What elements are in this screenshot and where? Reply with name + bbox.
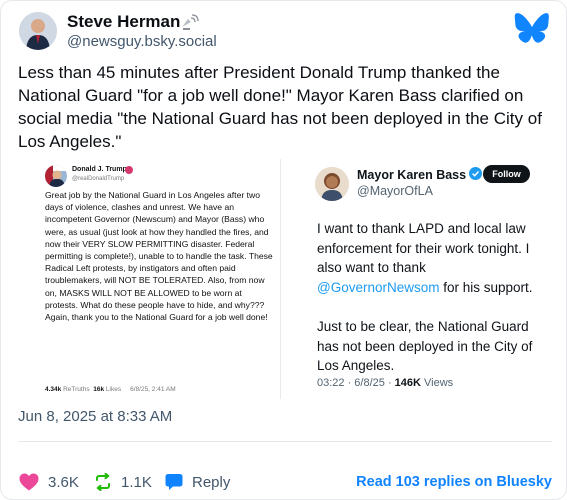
heart-icon: [19, 473, 39, 491]
x-post-screenshot[interactable]: Mayor Karen Bass @MayorOfLA Follow I wan…: [283, 159, 537, 399]
bluesky-post-card: Steve Herman @newsguy.bsky.social Less t…: [0, 0, 567, 500]
bass-post-body: I want to thank LAPD and local law enfor…: [317, 219, 533, 395]
trump-handle: @realDonaldTrump: [72, 176, 125, 182]
likes-label: Likes: [105, 386, 122, 393]
author-display-name[interactable]: Steve Herman: [67, 12, 180, 32]
verified-badge-icon: [125, 166, 133, 174]
reply-button[interactable]: Reply: [165, 473, 230, 491]
trump-avatar: [45, 165, 67, 187]
verified-checkmark-icon: [469, 167, 482, 180]
retruths-label: ReTruths: [63, 386, 90, 393]
reply-label: Reply: [192, 473, 231, 491]
trump-display-name: Donald J. Trump: [72, 166, 127, 173]
bass-paragraph-2: Just to be clear, the National Guard has…: [317, 318, 533, 374]
author-avatar[interactable]: [19, 12, 57, 50]
retruths-count: 4.34k: [45, 386, 62, 393]
bass-display-name: Mayor Karen Bass: [357, 168, 467, 182]
bass-p1-text-b: for his support.: [439, 279, 533, 295]
trump-post-stats: 4.34k ReTruths 16k Likes 6/8/25, 2:41 AM: [45, 386, 176, 393]
satellite-antenna-icon: [182, 14, 199, 30]
likes-count: 16k: [93, 386, 105, 393]
repost-count: 1.1K: [121, 473, 152, 491]
bass-p1-text-a: I want to thank LAPD and local law enfor…: [317, 221, 530, 276]
bass-paragraph-1: I want to thank LAPD and local law enfor…: [317, 219, 533, 297]
views-count: 146K: [394, 377, 421, 389]
repost-icon: [96, 473, 110, 491]
bass-handle: @MayorOfLA: [357, 184, 433, 198]
post-text: Less than 45 minutes after President Don…: [18, 63, 542, 151]
speech-bubble-icon: [165, 474, 183, 490]
bluesky-butterfly-icon[interactable]: [514, 13, 550, 43]
repost-button[interactable]: 1.1K: [94, 473, 152, 491]
post-timestamp[interactable]: Jun 8, 2025 at 8:33 AM: [18, 408, 172, 425]
views-label: Views: [420, 377, 454, 389]
divider: [18, 441, 552, 442]
like-count: 3.6K: [48, 473, 79, 491]
truth-social-screenshot[interactable]: Donald J. Trump @realDonaldTrump Great j…: [31, 159, 281, 399]
embedded-images[interactable]: Donald J. Trump @realDonaldTrump Great j…: [31, 159, 537, 399]
follow-button: Follow: [483, 165, 530, 183]
author-handle[interactable]: @newsguy.bsky.social: [67, 33, 217, 50]
bass-avatar: [315, 167, 349, 201]
mention-link: @GovernorNewsom: [317, 279, 440, 295]
bass-post-meta: 03:22 · 6/8/25 · 146K Views: [317, 377, 453, 389]
like-button[interactable]: 3.6K: [19, 473, 79, 491]
read-replies-link[interactable]: Read 103 replies on Bluesky: [356, 474, 552, 490]
trump-post-body: Great job by the National Guard in Los A…: [45, 190, 273, 323]
trump-post-date: 6/8/25, 2:41 AM: [130, 386, 176, 393]
bass-post-time: 03:22 · 6/8/25 ·: [317, 377, 395, 389]
